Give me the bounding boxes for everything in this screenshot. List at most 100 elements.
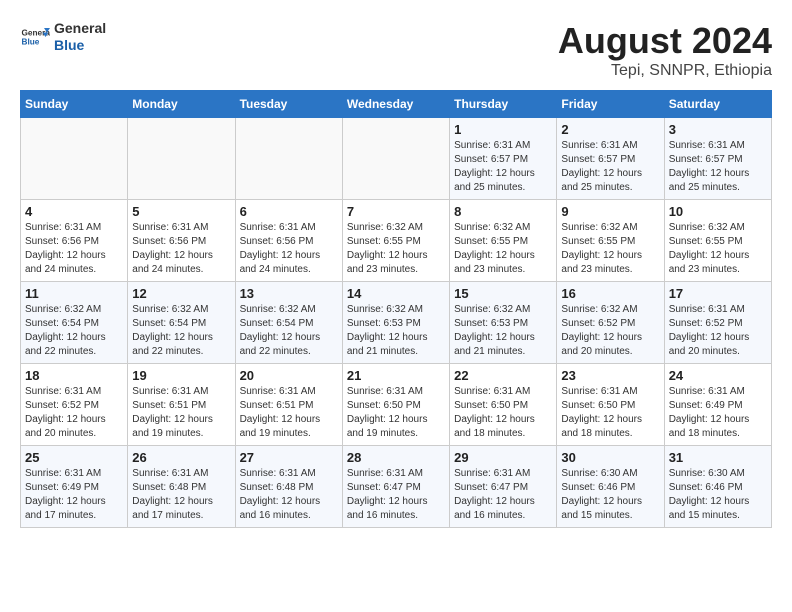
calendar-cell: 17 Sunrise: 6:31 AM Sunset: 6:52 PM Dayli…: [664, 282, 771, 364]
calendar-cell: 24Sunrise: 6:31 AM Sunset: 6:49 PM Dayli…: [664, 364, 771, 446]
calendar-cell: 18Sunrise: 6:31 AM Sunset: 6:52 PM Dayli…: [21, 364, 128, 446]
day-info: Sunrise: 6:31 AM Sunset: 6:49 PM Dayligh…: [25, 467, 123, 523]
calendar-cell: 9Sunrise: 6:32 AM Sunset: 6:55 PM Daylig…: [557, 200, 664, 282]
calendar-cell: 12 Sunrise: 6:32 AM Sunset: 6:54 PM Dayli…: [128, 282, 235, 364]
calendar-cell: 16 Sunrise: 6:32 AM Sunset: 6:52 PM Dayli…: [557, 282, 664, 364]
calendar-cell: 22 Sunrise: 6:31 AM Sunset: 6:50 PM Dayli…: [450, 364, 557, 446]
day-info: Sunrise: 6:31 AM Sunset: 6:57 PM Dayligh…: [669, 139, 767, 195]
day-info: Sunrise: 6:31 AM Sunset: 6:47 PM Dayligh…: [454, 467, 552, 523]
day-number: 11: [25, 286, 123, 301]
day-number: 21: [347, 368, 445, 383]
day-number: 17: [669, 286, 767, 301]
calendar-body: 1Sunrise: 6:31 AM Sunset: 6:57 PM Daylig…: [21, 118, 772, 528]
day-number: 18: [25, 368, 123, 383]
header-row: SundayMondayTuesdayWednesdayThursdayFrid…: [21, 91, 772, 118]
day-number: 13: [240, 286, 338, 301]
day-number: 10: [669, 204, 767, 219]
header-cell-thursday: Thursday: [450, 91, 557, 118]
day-number: 7: [347, 204, 445, 219]
day-number: 3: [669, 122, 767, 137]
logo-blue-text: Blue: [54, 37, 106, 54]
calendar-cell: 4Sunrise: 6:31 AM Sunset: 6:56 PM Daylig…: [21, 200, 128, 282]
calendar-cell: 5 Sunrise: 6:31 AM Sunset: 6:56 PM Daylig…: [128, 200, 235, 282]
day-number: 19: [132, 368, 230, 383]
calendar-cell: 27Sunrise: 6:31 AM Sunset: 6:48 PM Dayli…: [235, 446, 342, 528]
calendar-cell: 20 Sunrise: 6:31 AM Sunset: 6:51 PM Dayli…: [235, 364, 342, 446]
calendar-cell: 25 Sunrise: 6:31 AM Sunset: 6:49 PM Dayli…: [21, 446, 128, 528]
day-info: Sunrise: 6:31 AM Sunset: 6:50 PM Dayligh…: [561, 385, 659, 441]
day-number: 31: [669, 450, 767, 465]
day-number: 6: [240, 204, 338, 219]
day-info: Sunrise: 6:32 AM Sunset: 6:54 PM Dayligh…: [132, 303, 230, 359]
calendar-header: SundayMondayTuesdayWednesdayThursdayFrid…: [21, 91, 772, 118]
calendar-cell: 21 Sunrise: 6:31 AM Sunset: 6:50 PM Dayli…: [342, 364, 449, 446]
week-row-2: 11 Sunrise: 6:32 AM Sunset: 6:54 PM Dayli…: [21, 282, 772, 364]
day-info: Sunrise: 6:31 AM Sunset: 6:56 PM Dayligh…: [25, 221, 123, 277]
calendar-cell: 31 Sunrise: 6:30 AM Sunset: 6:46 PM Dayli…: [664, 446, 771, 528]
day-number: 26: [132, 450, 230, 465]
day-info: Sunrise: 6:31 AM Sunset: 6:50 PM Dayligh…: [347, 385, 445, 441]
day-info: Sunrise: 6:31 AM Sunset: 6:47 PM Dayligh…: [347, 467, 445, 523]
day-info: Sunrise: 6:31 AM Sunset: 6:51 PM Dayligh…: [132, 385, 230, 441]
day-info: Sunrise: 6:32 AM Sunset: 6:52 PM Dayligh…: [561, 303, 659, 359]
day-info: Sunrise: 6:31 AM Sunset: 6:49 PM Dayligh…: [669, 385, 767, 441]
day-info: Sunrise: 6:32 AM Sunset: 6:55 PM Dayligh…: [669, 221, 767, 277]
day-number: 15: [454, 286, 552, 301]
header-cell-wednesday: Wednesday: [342, 91, 449, 118]
day-info: Sunrise: 6:32 AM Sunset: 6:54 PM Dayligh…: [240, 303, 338, 359]
day-number: 25: [25, 450, 123, 465]
calendar-cell: [235, 118, 342, 200]
title-block: August 2024 Tepi, SNNPR, Ethiopia: [558, 20, 772, 80]
day-number: 22: [454, 368, 552, 383]
header-cell-monday: Monday: [128, 91, 235, 118]
week-row-4: 25 Sunrise: 6:31 AM Sunset: 6:49 PM Dayli…: [21, 446, 772, 528]
calendar-cell: 2Sunrise: 6:31 AM Sunset: 6:57 PM Daylig…: [557, 118, 664, 200]
header-cell-saturday: Saturday: [664, 91, 771, 118]
calendar-cell: 6Sunrise: 6:31 AM Sunset: 6:56 PM Daylig…: [235, 200, 342, 282]
week-row-1: 4Sunrise: 6:31 AM Sunset: 6:56 PM Daylig…: [21, 200, 772, 282]
day-info: Sunrise: 6:32 AM Sunset: 6:55 PM Dayligh…: [561, 221, 659, 277]
day-info: Sunrise: 6:31 AM Sunset: 6:57 PM Dayligh…: [454, 139, 552, 195]
calendar-cell: 3 Sunrise: 6:31 AM Sunset: 6:57 PM Daylig…: [664, 118, 771, 200]
day-number: 30: [561, 450, 659, 465]
subtitle: Tepi, SNNPR, Ethiopia: [558, 62, 772, 80]
calendar-cell: 26Sunrise: 6:31 AM Sunset: 6:48 PM Dayli…: [128, 446, 235, 528]
day-info: Sunrise: 6:30 AM Sunset: 6:46 PM Dayligh…: [669, 467, 767, 523]
day-info: Sunrise: 6:32 AM Sunset: 6:54 PM Dayligh…: [25, 303, 123, 359]
day-number: 12: [132, 286, 230, 301]
day-number: 2: [561, 122, 659, 137]
header-cell-tuesday: Tuesday: [235, 91, 342, 118]
calendar-cell: 29 Sunrise: 6:31 AM Sunset: 6:47 PM Dayli…: [450, 446, 557, 528]
calendar-cell: [128, 118, 235, 200]
day-number: 16: [561, 286, 659, 301]
day-number: 29: [454, 450, 552, 465]
calendar-table: SundayMondayTuesdayWednesdayThursdayFrid…: [20, 90, 772, 528]
calendar-cell: 28 Sunrise: 6:31 AM Sunset: 6:47 PM Dayli…: [342, 446, 449, 528]
day-info: Sunrise: 6:31 AM Sunset: 6:56 PM Dayligh…: [132, 221, 230, 277]
day-info: Sunrise: 6:31 AM Sunset: 6:52 PM Dayligh…: [669, 303, 767, 359]
day-number: 5: [132, 204, 230, 219]
calendar-cell: 11 Sunrise: 6:32 AM Sunset: 6:54 PM Dayli…: [21, 282, 128, 364]
calendar-cell: 8Sunrise: 6:32 AM Sunset: 6:55 PM Daylig…: [450, 200, 557, 282]
calendar-cell: 14Sunrise: 6:32 AM Sunset: 6:53 PM Dayli…: [342, 282, 449, 364]
calendar-cell: 10 Sunrise: 6:32 AM Sunset: 6:55 PM Dayli…: [664, 200, 771, 282]
calendar-cell: 1Sunrise: 6:31 AM Sunset: 6:57 PM Daylig…: [450, 118, 557, 200]
calendar-cell: 15Sunrise: 6:32 AM Sunset: 6:53 PM Dayli…: [450, 282, 557, 364]
day-number: 23: [561, 368, 659, 383]
calendar-cell: 23 Sunrise: 6:31 AM Sunset: 6:50 PM Dayli…: [557, 364, 664, 446]
calendar-cell: 30Sunrise: 6:30 AM Sunset: 6:46 PM Dayli…: [557, 446, 664, 528]
day-number: 28: [347, 450, 445, 465]
logo: General Blue General Blue: [20, 20, 106, 54]
calendar-cell: [21, 118, 128, 200]
calendar-cell: [342, 118, 449, 200]
svg-text:Blue: Blue: [22, 37, 40, 46]
calendar-cell: 19 Sunrise: 6:31 AM Sunset: 6:51 PM Dayli…: [128, 364, 235, 446]
day-info: Sunrise: 6:31 AM Sunset: 6:50 PM Dayligh…: [454, 385, 552, 441]
logo-icon: General Blue: [20, 22, 50, 52]
week-row-3: 18Sunrise: 6:31 AM Sunset: 6:52 PM Dayli…: [21, 364, 772, 446]
day-number: 20: [240, 368, 338, 383]
day-info: Sunrise: 6:31 AM Sunset: 6:51 PM Dayligh…: [240, 385, 338, 441]
day-number: 27: [240, 450, 338, 465]
calendar-cell: 13 Sunrise: 6:32 AM Sunset: 6:54 PM Dayli…: [235, 282, 342, 364]
day-number: 14: [347, 286, 445, 301]
